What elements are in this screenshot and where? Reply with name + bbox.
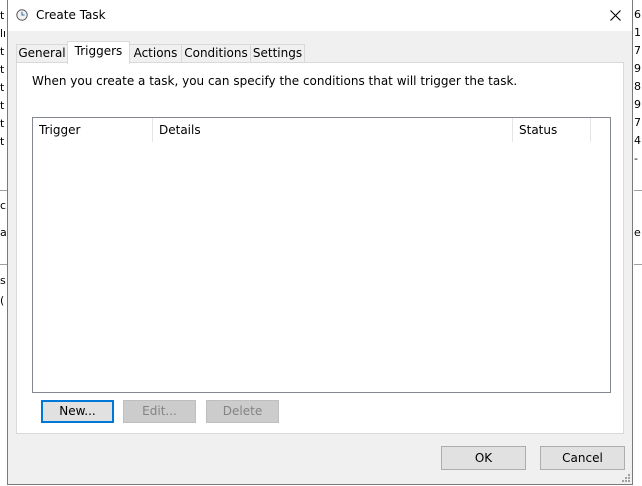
background-text: 6 [634, 8, 641, 21]
background-divider [634, 264, 642, 265]
delete-trigger-button[interactable]: Delete [206, 400, 279, 423]
tab-settings[interactable]: Settings [250, 44, 305, 62]
background-text: 8 [634, 80, 641, 93]
create-task-dialog: Create Task General Triggers Actions Con… [7, 0, 633, 485]
column-header-trigger[interactable]: Trigger [33, 118, 153, 142]
triggers-description: When you create a task, you can specify … [32, 74, 518, 88]
background-text: - [634, 152, 638, 165]
background-text: e [634, 226, 641, 239]
background-text: 4 [634, 134, 641, 147]
background-text: 9 [634, 98, 641, 111]
clock-icon [16, 9, 28, 21]
close-button[interactable] [598, 0, 632, 31]
ok-button[interactable]: OK [441, 446, 526, 470]
background-window-right-edge: 6 1 7: 9 8 9 7 4 - e [634, 0, 642, 486]
tab-actions[interactable]: Actions [129, 44, 182, 62]
tab-conditions[interactable]: Conditions [181, 44, 251, 62]
tab-triggers[interactable]: Triggers [67, 41, 130, 64]
background-text: 9 [634, 62, 641, 75]
column-header-status[interactable]: Status [513, 118, 591, 142]
cancel-button[interactable]: Cancel [540, 446, 625, 470]
triggers-list[interactable]: Trigger Details Status [32, 117, 611, 393]
triggers-list-header: Trigger Details Status [33, 118, 610, 142]
background-text: 7 [634, 116, 641, 129]
column-header-details[interactable]: Details [153, 118, 513, 142]
dialog-title: Create Task [36, 8, 106, 22]
background-text: 7: [634, 44, 642, 57]
triggers-tab-panel: When you create a task, you can specify … [16, 62, 624, 434]
background-text: 1 [634, 26, 641, 39]
title-bar[interactable]: Create Task [8, 0, 632, 31]
new-trigger-button[interactable]: New... [41, 400, 114, 423]
resize-grip-icon[interactable] [620, 472, 630, 482]
edit-trigger-button[interactable]: Edit... [123, 400, 196, 423]
background-divider [634, 190, 642, 191]
close-icon [609, 10, 621, 21]
tab-general[interactable]: General [16, 44, 68, 62]
